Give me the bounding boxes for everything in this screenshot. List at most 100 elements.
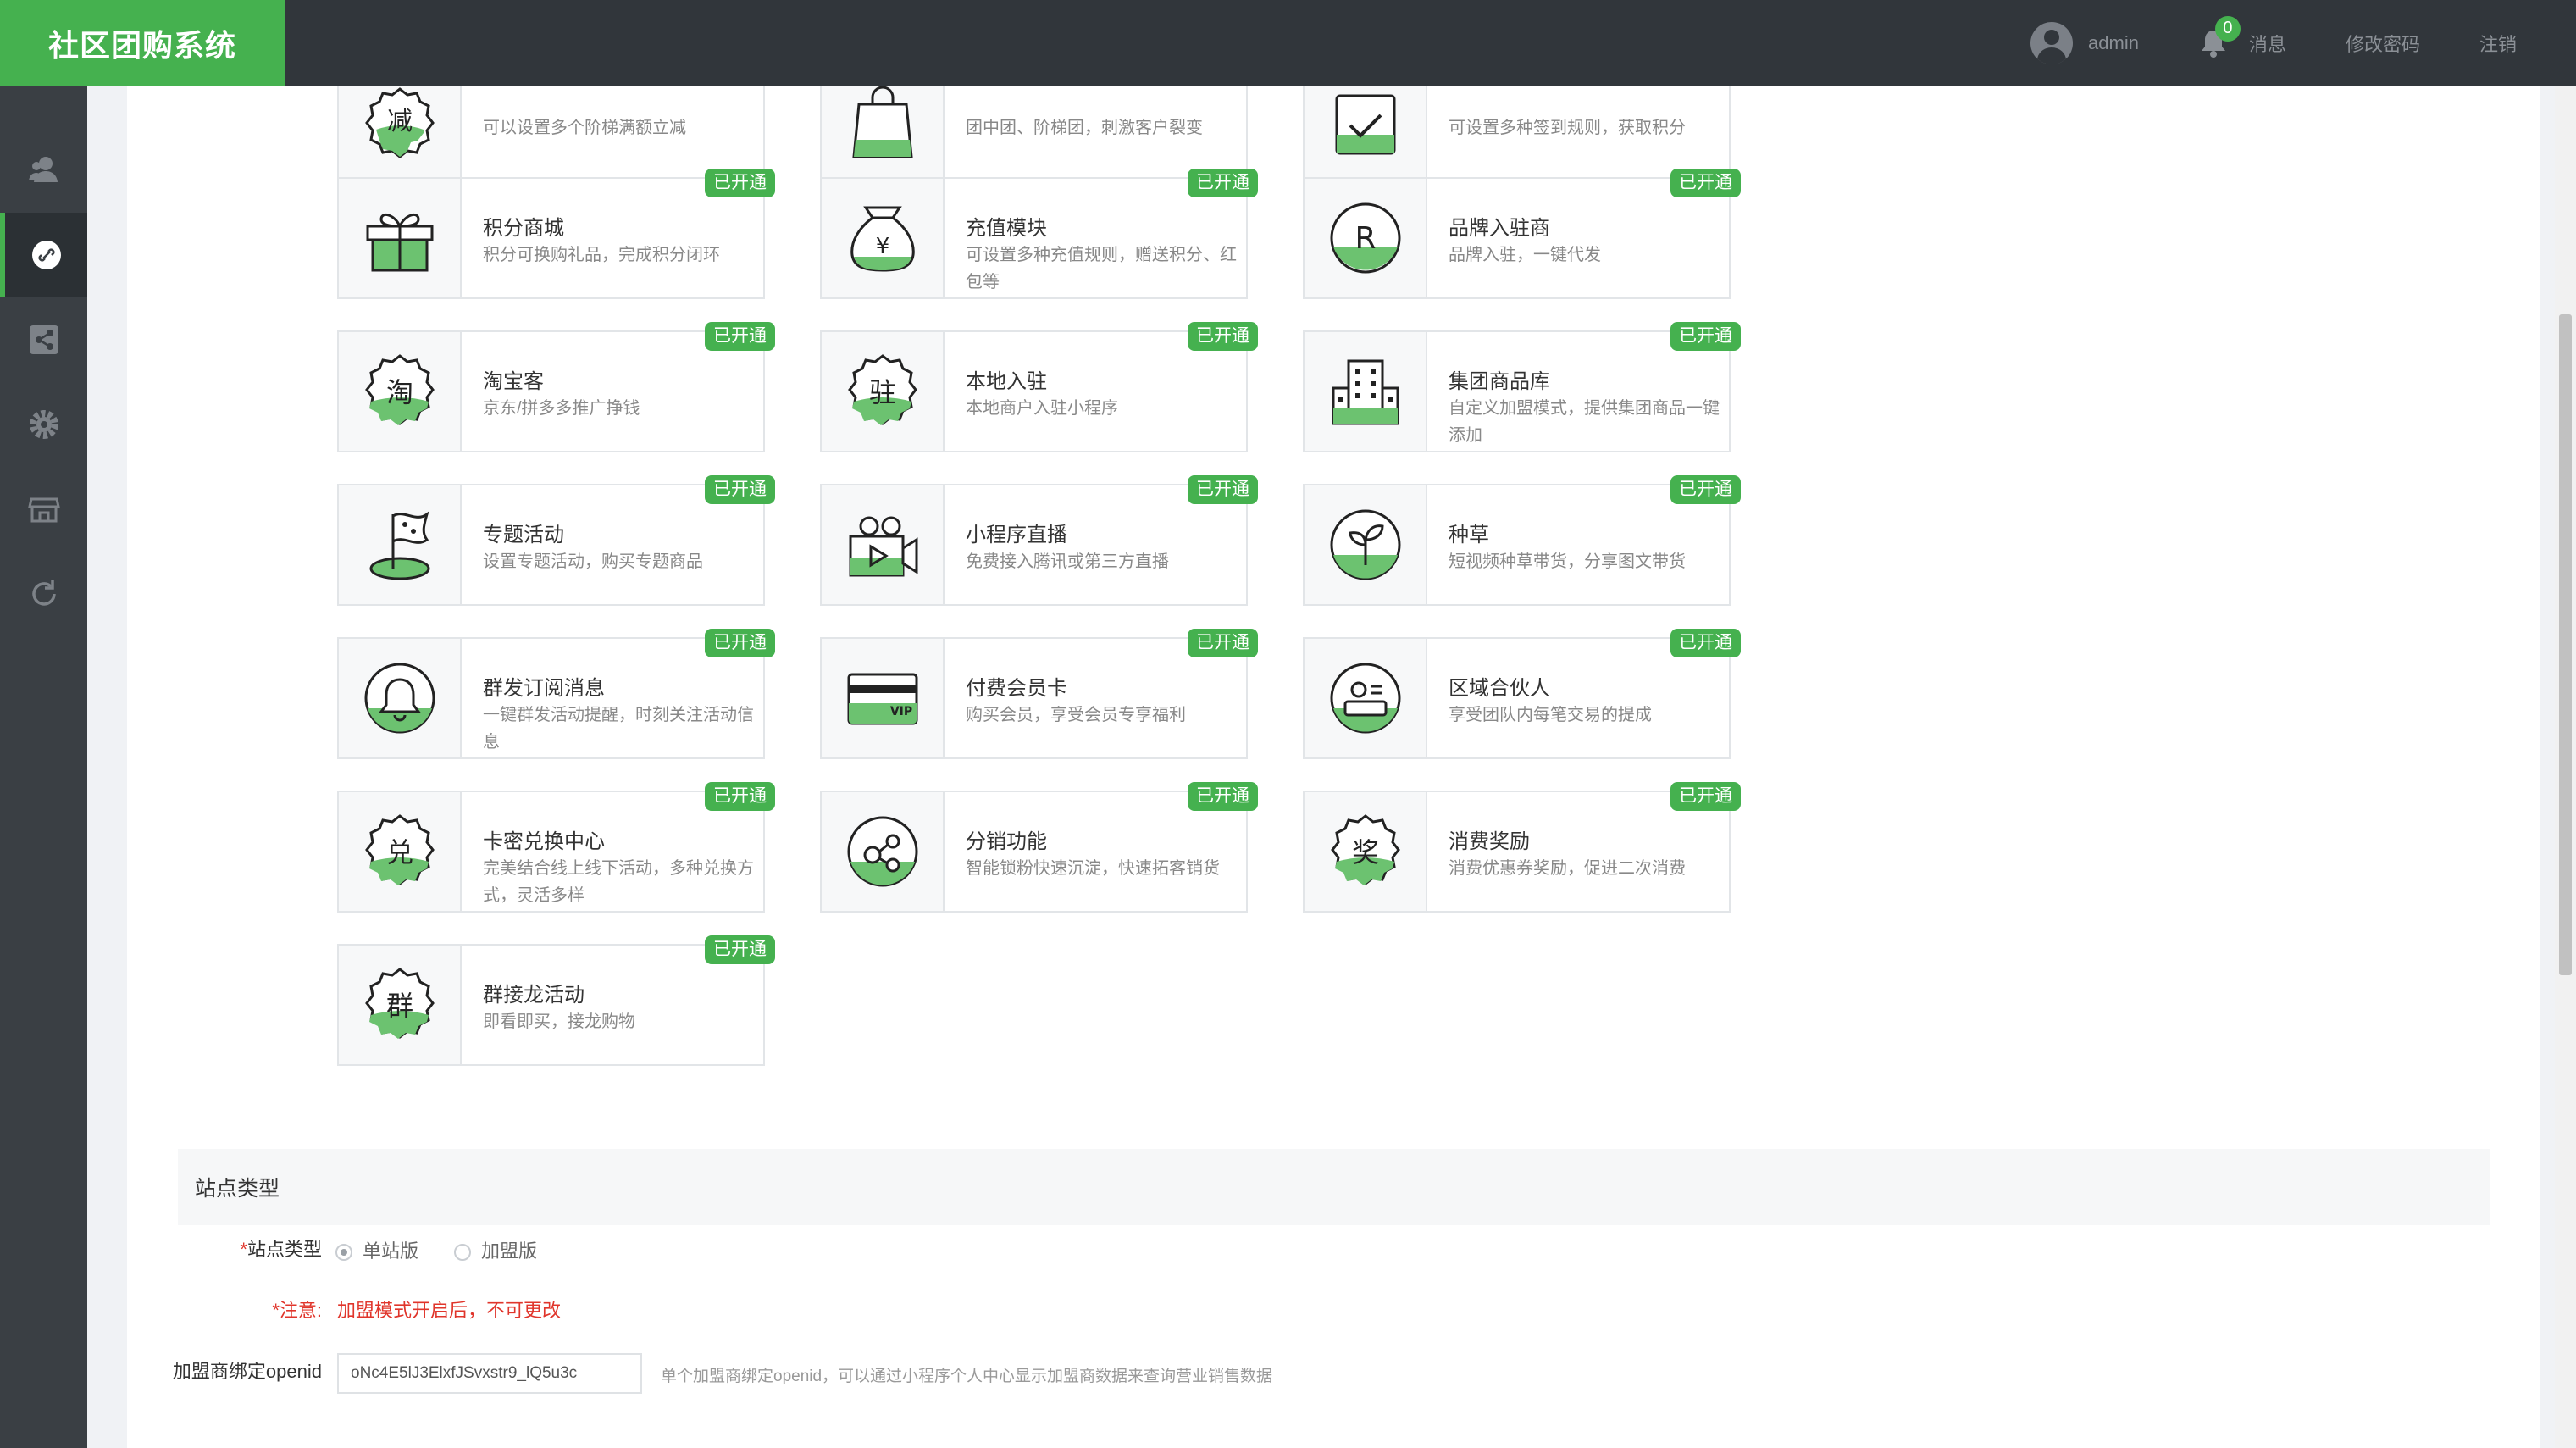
bell-icon [364,663,435,734]
sidebar-item-store[interactable] [0,467,87,552]
module-desc: 即看即买，接龙购物 [483,1012,635,1031]
flag-icon [369,511,429,580]
status-badge: 已开通 [1188,169,1258,197]
messages-label[interactable]: 消息 [2249,30,2286,57]
module-icon-box: 驻 [822,332,945,451]
radio-franchise[interactable] [454,1244,471,1262]
link-icon [31,241,61,269]
status-badge: 已开通 [1670,475,1741,504]
module-title: 专题活动 [483,524,564,546]
page-scrollbar[interactable] [2555,86,2576,1448]
sidebar-item-share[interactable] [0,297,87,382]
radio-option-franchise[interactable]: 加盟版 [454,1236,537,1263]
module-desc: 一键群发活动提醒，时刻关注活动信息 [483,706,754,752]
module-card-discount[interactable]: 减 可以设置多个阶梯满额立减 [337,86,765,182]
status-badge: 已开通 [1188,629,1258,657]
notification-badge: 0 [2214,15,2241,42]
module-title: 集团商品库 [1449,370,1550,393]
registered-brand-icon: R [1330,202,1400,274]
module-card-topic[interactable]: 专题活动 设置专题活动，购买专题商品 已开通 [337,475,775,606]
sidebar-item-apps[interactable] [0,213,87,297]
top-right-menu: admin 0 消息 修改密码 注销 [2030,0,2517,86]
section-title: 站点类型 [195,1177,280,1201]
radio-single[interactable] [335,1244,352,1262]
module-card-checkin[interactable]: 可设置多种签到规则，获取积分 [1303,86,1731,182]
sidebar-item-refresh[interactable] [0,552,87,636]
module-card-distribution[interactable]: 分销功能 智能锁粉快速沉淀，快速拓客销货 已开通 [820,782,1258,913]
module-desc: 完美结合线上线下活动，多种兑换方式，灵活多样 [483,859,754,905]
module-card-vip[interactable]: VIP 付费会员卡 购买会员，享受会员专享福利 已开通 [820,629,1258,759]
module-icon-box [339,485,462,604]
module-desc: 京东/拼多多推广挣钱 [483,399,640,418]
module-title: 群发订阅消息 [483,677,605,700]
status-badge: 已开通 [705,629,775,657]
module-icon-box: 淘 [339,332,462,451]
module-desc: 智能锁粉快速沉淀，快速拓客销货 [966,859,1220,878]
notice-text: 加盟模式开启后，不可更改 [337,1300,562,1321]
module-desc: 可设置多种充值规则，赠送积分、红包等 [966,246,1237,291]
username-label[interactable]: admin [2088,32,2139,54]
svg-text:减: 减 [387,107,413,136]
money-bag-icon: ¥ [850,206,915,272]
gift-icon [366,213,433,272]
scrollbar-thumb[interactable] [2559,314,2572,975]
app-title[interactable]: 社区团购系统 [0,0,285,86]
local-merchant-icon: 驻 [847,354,917,425]
status-badge: 已开通 [705,322,775,351]
user-icon [28,157,58,182]
module-icon-box [339,639,462,757]
module-title: 积分商城 [483,217,564,240]
module-card-live[interactable]: 小程序直播 免费接入腾讯或第三方直播 已开通 [820,475,1258,606]
status-badge: 已开通 [1670,782,1741,811]
group-bag-icon [851,86,913,158]
partner-card-icon [1330,663,1400,734]
module-title: 分销功能 [966,830,1047,853]
video-camera-icon [849,516,917,577]
module-card-consume-reward[interactable]: 奖 消费奖励 消费优惠券奖励，促进二次消费 已开通 [1303,782,1741,913]
module-card-partner[interactable]: 区域合伙人 享受团队内每笔交易的提成 已开通 [1303,629,1741,759]
logout-link[interactable]: 注销 [2479,30,2517,57]
sprout-icon [1330,509,1400,580]
module-card-group-products[interactable]: 集团商品库 自定义加盟模式，提供集团商品一键添加 已开通 [1303,322,1741,452]
module-icon-box: 奖 [1305,792,1427,911]
module-card-subscribe-msg[interactable]: 群发订阅消息 一键群发活动提醒，时刻关注活动信息 已开通 [337,629,775,759]
openid-input[interactable]: oNc4E5lJ3ElxfJSvxstr9_lQ5u3c [337,1353,642,1394]
module-desc: 购买会员，享受会员专享福利 [966,706,1186,724]
sidebar-item-settings[interactable] [0,382,87,467]
main-content: 减 可以设置多个阶梯满额立减 团中团、阶梯团，刺激客户裂变 可设置多种签到规则，… [127,86,2540,1448]
svg-text:淘: 淘 [385,376,413,408]
user-menu[interactable]: admin [2030,21,2139,64]
module-card-taobao[interactable]: 淘 淘宝客 京东/拼多多推广挣钱 已开通 [337,322,775,452]
module-icon-box: R [1305,179,1427,297]
group-chain-badge-icon: 群 [364,968,435,1039]
module-icon-box [822,485,945,604]
radio-option-single[interactable]: 单站版 [335,1236,418,1263]
module-title: 群接龙活动 [483,984,584,1007]
status-badge: 已开通 [1670,629,1741,657]
module-card-points-mall[interactable]: 积分商城 积分可换购礼品，完成积分闭环 已开通 [337,169,775,299]
messages-link[interactable]: 0 消息 [2198,15,2286,58]
change-password-link[interactable]: 修改密码 [2346,30,2420,57]
module-title: 充值模块 [966,217,1047,240]
module-card-local[interactable]: 驻 本地入驻 本地商户入驻小程序 已开通 [820,322,1258,452]
module-title: 小程序直播 [966,524,1067,546]
sidebar-item-users[interactable] [0,128,87,213]
openid-hint: 单个加盟商绑定openid，可以通过小程序个人中心显示加盟商数据来查询营业销售数… [661,1368,1273,1385]
module-card-recharge[interactable]: ¥ 充值模块 可设置多种充值规则，赠送积分、红包等 已开通 [820,169,1258,299]
module-desc: 自定义加盟模式，提供集团商品一键添加 [1449,399,1720,445]
module-card-group-buy[interactable]: 团中团、阶梯团，刺激客户裂变 [820,86,1248,182]
svg-text:群: 群 [385,990,413,1022]
module-icon-box [339,179,462,297]
module-card-brand[interactable]: R 品牌入驻商 品牌入驻，一键代发 已开通 [1303,169,1741,299]
discount-icon: 减 [364,87,435,158]
avatar[interactable] [2030,21,2074,64]
module-icon-box: ¥ [822,179,945,297]
status-badge: 已开通 [1188,782,1258,811]
module-desc: 享受团队内每笔交易的提成 [1449,706,1652,724]
notice-label: *注意: [272,1300,322,1321]
refresh-icon [31,580,56,606]
module-title: 淘宝客 [483,370,544,393]
module-card-group-chain[interactable]: 群 群接龙活动 即看即买，接龙购物 已开通 [337,935,775,1066]
module-card-seeding[interactable]: 种草 短视频种草带货，分享图文带货 已开通 [1303,475,1741,606]
module-card-card-exchange[interactable]: 兑 卡密兑换中心 完美结合线上线下活动，多种兑换方式，灵活多样 已开通 [337,782,775,913]
